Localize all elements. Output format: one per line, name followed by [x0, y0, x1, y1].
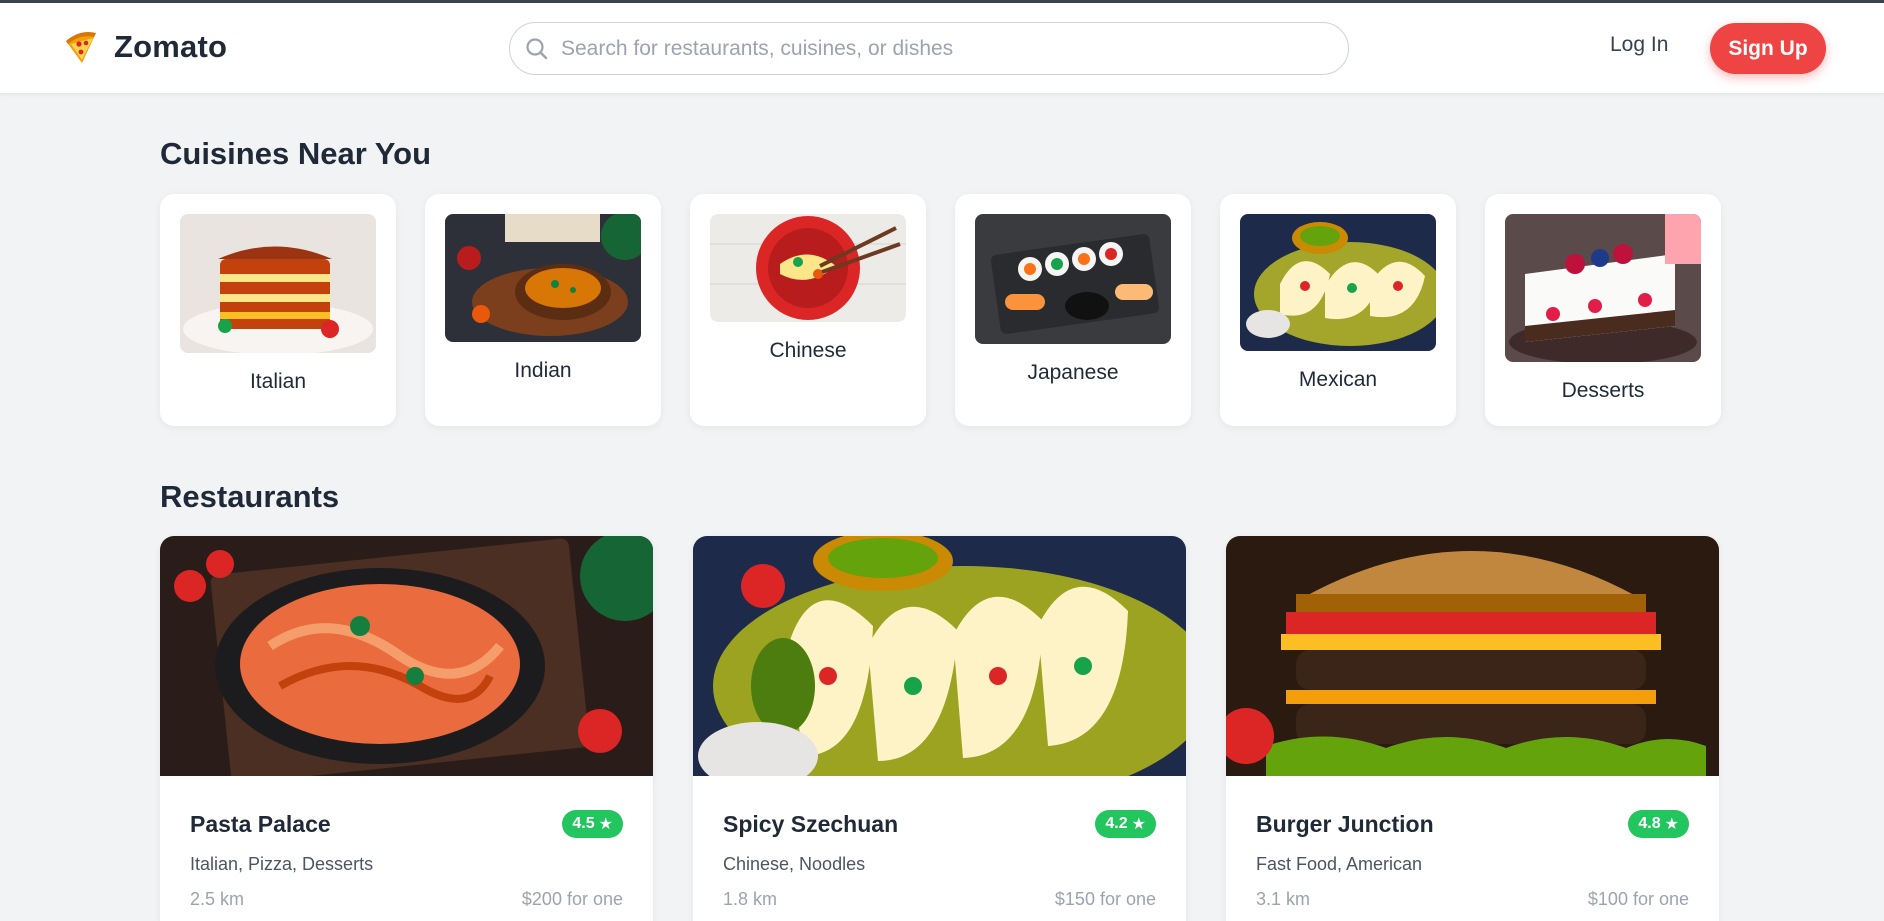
restaurant-cuisines: Italian, Pizza, Desserts — [190, 854, 374, 874]
cuisine-label: Desserts — [1561, 379, 1645, 402]
restaurant-price: $200 for one — [521, 889, 623, 909]
cuisine-card-mexican[interactable]: Mexican — [1220, 194, 1456, 426]
brand-logo-link[interactable]: Zomato — [60, 27, 227, 67]
cuisine-label: Indian — [514, 359, 572, 382]
cuisine-image-indian — [445, 214, 641, 342]
restaurant-distance: 1.8 km — [723, 889, 778, 909]
restaurant-name: Spicy Szechuan — [723, 811, 899, 837]
signup-button[interactable]: Sign Up — [1710, 23, 1826, 74]
restaurant-price: $150 for one — [1054, 889, 1156, 909]
cuisine-card-indian[interactable]: Indian — [425, 194, 661, 426]
rating-badge: 4.5 ★ — [562, 810, 623, 838]
restaurant-card-burger-junction[interactable]: Burger Junction 4.8 ★ Fast Food, American… — [1226, 536, 1719, 921]
restaurant-card-pasta-palace[interactable]: Pasta Palace 4.5 ★ Italian, Pizza, Desser… — [160, 536, 653, 921]
star-icon: ★ — [1131, 816, 1146, 833]
restaurants-row: Pasta Palace 4.5 ★ Italian, Pizza, Desser… — [160, 536, 1719, 921]
search-icon — [526, 38, 548, 60]
cuisine-image-desserts — [1505, 214, 1701, 362]
cuisine-image-chinese — [710, 214, 906, 322]
star-icon: ★ — [1664, 816, 1679, 833]
restaurant-cuisines: Fast Food, American — [1256, 854, 1423, 874]
cuisine-image-italian — [180, 214, 376, 353]
restaurants-section-title: Restaurants — [160, 479, 340, 514]
top-navbar: Zomato Log In Sign Up — [0, 3, 1884, 94]
cuisine-card-japanese[interactable]: Japanese — [955, 194, 1191, 426]
pizza-slice-icon — [66, 32, 96, 63]
rating-value: 4.5 — [572, 815, 595, 832]
restaurant-distance: 3.1 km — [1256, 889, 1311, 909]
rating-badge: 4.8 ★ — [1628, 810, 1689, 838]
cuisine-label: Mexican — [1298, 368, 1378, 391]
restaurant-distance: 2.5 km — [190, 889, 245, 909]
cuisine-label: Chinese — [769, 339, 847, 362]
restaurant-image-pasta — [160, 536, 653, 776]
cuisines-section-title: Cuisines Near You — [160, 136, 432, 171]
rating-badge: 4.2 ★ — [1095, 810, 1156, 838]
cuisine-image-mexican — [1240, 214, 1436, 351]
cuisines-row: Italian Indian Chinese Japanese Mexican … — [160, 194, 1721, 426]
cuisine-card-chinese[interactable]: Chinese — [690, 194, 926, 426]
brand-name: Zomato — [114, 29, 228, 64]
restaurant-image-burger — [1226, 536, 1719, 776]
restaurant-cuisines: Chinese, Noodles — [723, 854, 866, 874]
restaurant-name: Burger Junction — [1256, 811, 1434, 837]
search-bar[interactable] — [509, 22, 1349, 75]
cuisine-label: Japanese — [1027, 361, 1119, 384]
cuisine-card-desserts[interactable]: Desserts — [1485, 194, 1721, 426]
restaurant-image-tacos — [693, 536, 1186, 776]
star-icon: ★ — [598, 816, 613, 833]
restaurant-card-spicy-szechuan[interactable]: Spicy Szechuan 4.2 ★ Chinese, Noodles 1.8… — [693, 536, 1186, 921]
rating-value: 4.8 — [1638, 815, 1661, 832]
search-input[interactable] — [561, 28, 1321, 69]
cuisine-label: Italian — [249, 370, 307, 393]
cuisine-card-italian[interactable]: Italian — [160, 194, 396, 426]
rating-value: 4.2 — [1105, 815, 1128, 832]
login-button[interactable]: Log In — [1610, 33, 1668, 57]
cuisine-image-japanese — [975, 214, 1171, 344]
restaurant-name: Pasta Palace — [190, 811, 331, 837]
restaurant-price: $100 for one — [1587, 889, 1689, 909]
